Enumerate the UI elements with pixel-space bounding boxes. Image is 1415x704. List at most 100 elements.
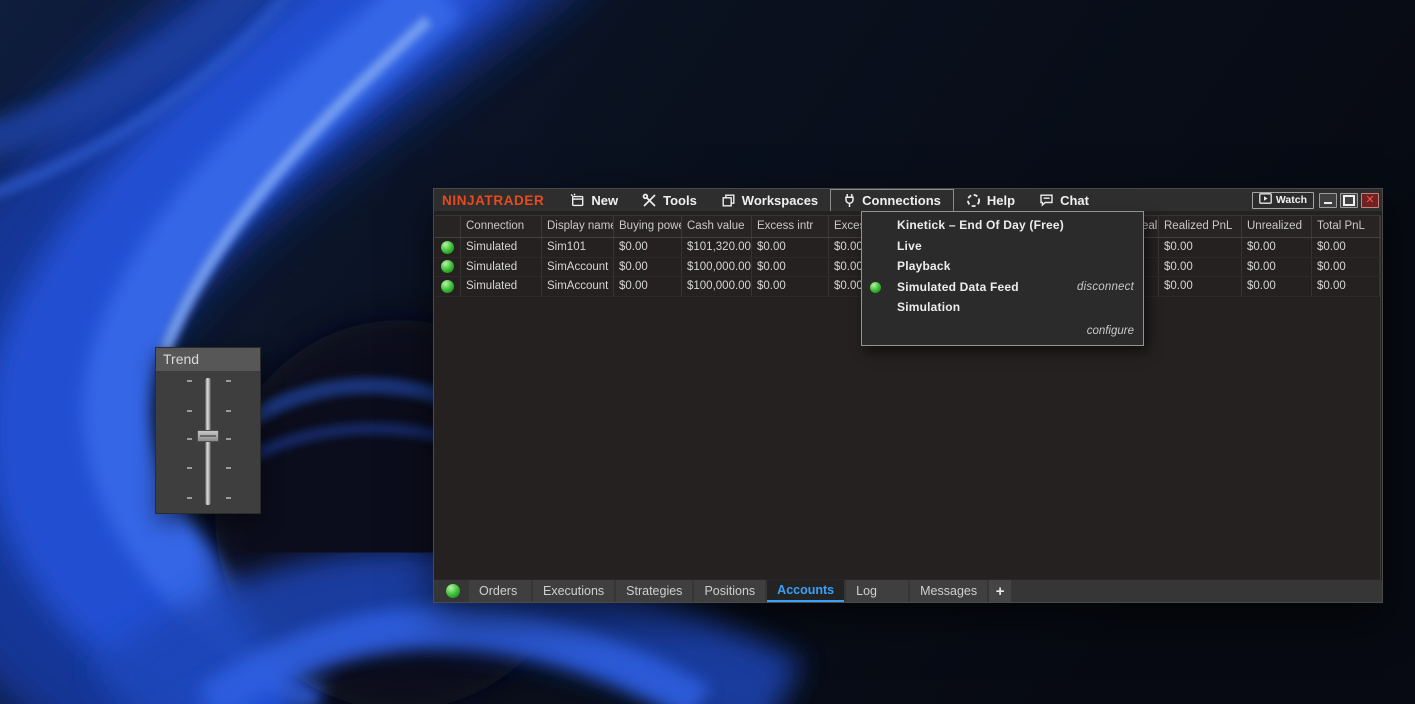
ninjatrader-logo: NINJATRADER [442,193,545,208]
account-cell: $0.00 [614,238,682,257]
connected-status-icon [870,281,881,293]
connections-menu-item-label: Live [897,238,922,253]
account-cell: $0.00 [1159,277,1242,296]
menu-bar: NINJATRADER New Tools Workspaces Connection… [434,189,1382,212]
menu-item-connections[interactable]: Connections [830,189,954,211]
watch-button[interactable]: Watch [1251,191,1314,209]
account-cell: $0.00 [1242,257,1312,276]
menu-item-label: Workspaces [741,192,819,208]
column-header-label: Display name [547,220,614,232]
trend-widget-titlebar[interactable]: Trend [156,348,260,371]
column-header[interactable]: Total PnL [1312,216,1380,237]
account-cell: Sim101 [542,238,614,257]
account-cell: $100,000.00 [682,277,752,296]
slider-tick-mark [187,497,192,499]
menu-item-chat[interactable]: Chat [1027,189,1101,211]
minimize-button[interactable] [1319,192,1337,208]
tab-accounts[interactable]: Accounts [767,580,845,602]
menu-item-label: Help [986,192,1016,208]
slider-tick-mark [226,467,231,469]
connections-menu-item[interactable]: Simulated Data Feed disconnect [862,277,1143,298]
connections-dropdown-menu: Kinetick – End Of Day (Free) Live Playback… [861,211,1144,346]
connections-menu-item-label: Simulation [897,300,961,315]
connected-status-icon [441,240,454,254]
row-status-cell [435,277,461,296]
tab-orders[interactable]: Orders [469,580,531,602]
menu-item-new[interactable]: New [558,189,630,211]
account-cell: $0.00 [1242,238,1312,257]
account-cell: $0.00 [1312,257,1380,276]
connections-menu-item-label: Simulated Data Feed [897,279,1019,294]
menu-item-label: Connections [862,193,941,208]
menu-item-workspaces[interactable]: Workspaces [709,189,830,211]
account-cell: $0.00 [752,277,829,296]
menu-item-tools[interactable]: Tools [630,189,709,211]
watch-play-icon [1259,193,1272,207]
column-header-label: Total PnL [1317,220,1365,232]
column-header-label: Realized PnL [1164,220,1233,232]
column-header-label: Unrealized [1247,220,1302,232]
tab-messages[interactable]: Messages [910,580,988,602]
tab-positions[interactable]: Positions [694,580,766,602]
column-header[interactable]: Realized PnL [1159,216,1242,237]
add-tab-button[interactable]: + [989,580,1012,602]
connection-status-icon [446,584,460,598]
connected-status-icon [441,279,454,293]
column-header[interactable]: Excess intr [752,216,829,237]
connections-menu-item-label: Kinetick – End Of Day (Free) [897,218,1064,233]
new-window-icon [570,192,585,208]
account-cell: $0.00 [752,238,829,257]
menu-item-help[interactable]: Help [954,189,1027,211]
slider-tick-mark [187,467,192,469]
account-cell: $0.00 [752,257,829,276]
column-header[interactable]: Cash value [682,216,752,237]
watch-button-label: Watch [1275,194,1307,206]
plug-icon [843,193,856,208]
column-header[interactable]: Unrealized [1242,216,1312,237]
account-cell: $0.00 [614,277,682,296]
row-status-cell [435,238,461,257]
trend-widget-window: Trend [155,347,261,514]
desktop: Trend NINJATRADER New Tools Workspaces Conn… [0,0,1415,704]
connections-menu-item[interactable]: Live [862,236,1143,257]
connections-menu-item[interactable]: Simulation [862,297,1143,318]
account-cell: $0.00 [1159,238,1242,257]
connected-status-icon [441,260,454,274]
column-header[interactable]: Display name [542,216,614,237]
account-cell: $0.00 [614,257,682,276]
column-header[interactable]: Buying power [614,216,682,237]
slider-tick-mark [226,410,231,412]
account-cell: $0.00 [1242,277,1312,296]
disconnect-action-link[interactable]: disconnect [1077,281,1143,293]
account-cell: $100,000.00 [682,257,752,276]
bottom-tab-bar: Orders Executions Strategies Positions Accou… [434,579,1382,602]
connections-menu-item-label: Playback [897,259,951,274]
slider-tick-mark [226,497,231,499]
trend-slider [156,371,260,514]
column-header[interactable] [435,216,461,237]
menu-item-label: New [591,192,619,208]
connections-menu-item[interactable]: Playback [862,256,1143,277]
configure-menu-item[interactable]: configure [862,318,1143,345]
connections-menu-item[interactable]: Kinetick – End Of Day (Free) [862,215,1143,236]
close-button[interactable] [1361,192,1379,208]
slider-tick-mark [187,410,192,412]
trend-slider-handle[interactable] [197,430,219,442]
slider-tick-mark [187,438,192,440]
slider-tick-mark [226,438,231,440]
workspaces-icon [721,193,736,208]
column-header-label: Connection [466,220,525,232]
help-icon [966,193,981,208]
tab-log[interactable]: Log [846,580,909,602]
menu-item-label: Chat [1060,192,1089,208]
tab-strategies[interactable]: Strategies [616,580,693,602]
column-header[interactable]: Connection [461,216,542,237]
maximize-button[interactable] [1340,192,1358,208]
account-cell: $0.00 [1312,238,1380,257]
column-header-label: Excess intr [757,220,814,232]
tab-executions[interactable]: Executions [533,580,615,602]
slider-tick-mark [226,380,231,382]
account-cell: $0.00 [1159,257,1242,276]
account-cell: $101,320.00 [682,238,752,257]
tools-icon [642,193,657,208]
